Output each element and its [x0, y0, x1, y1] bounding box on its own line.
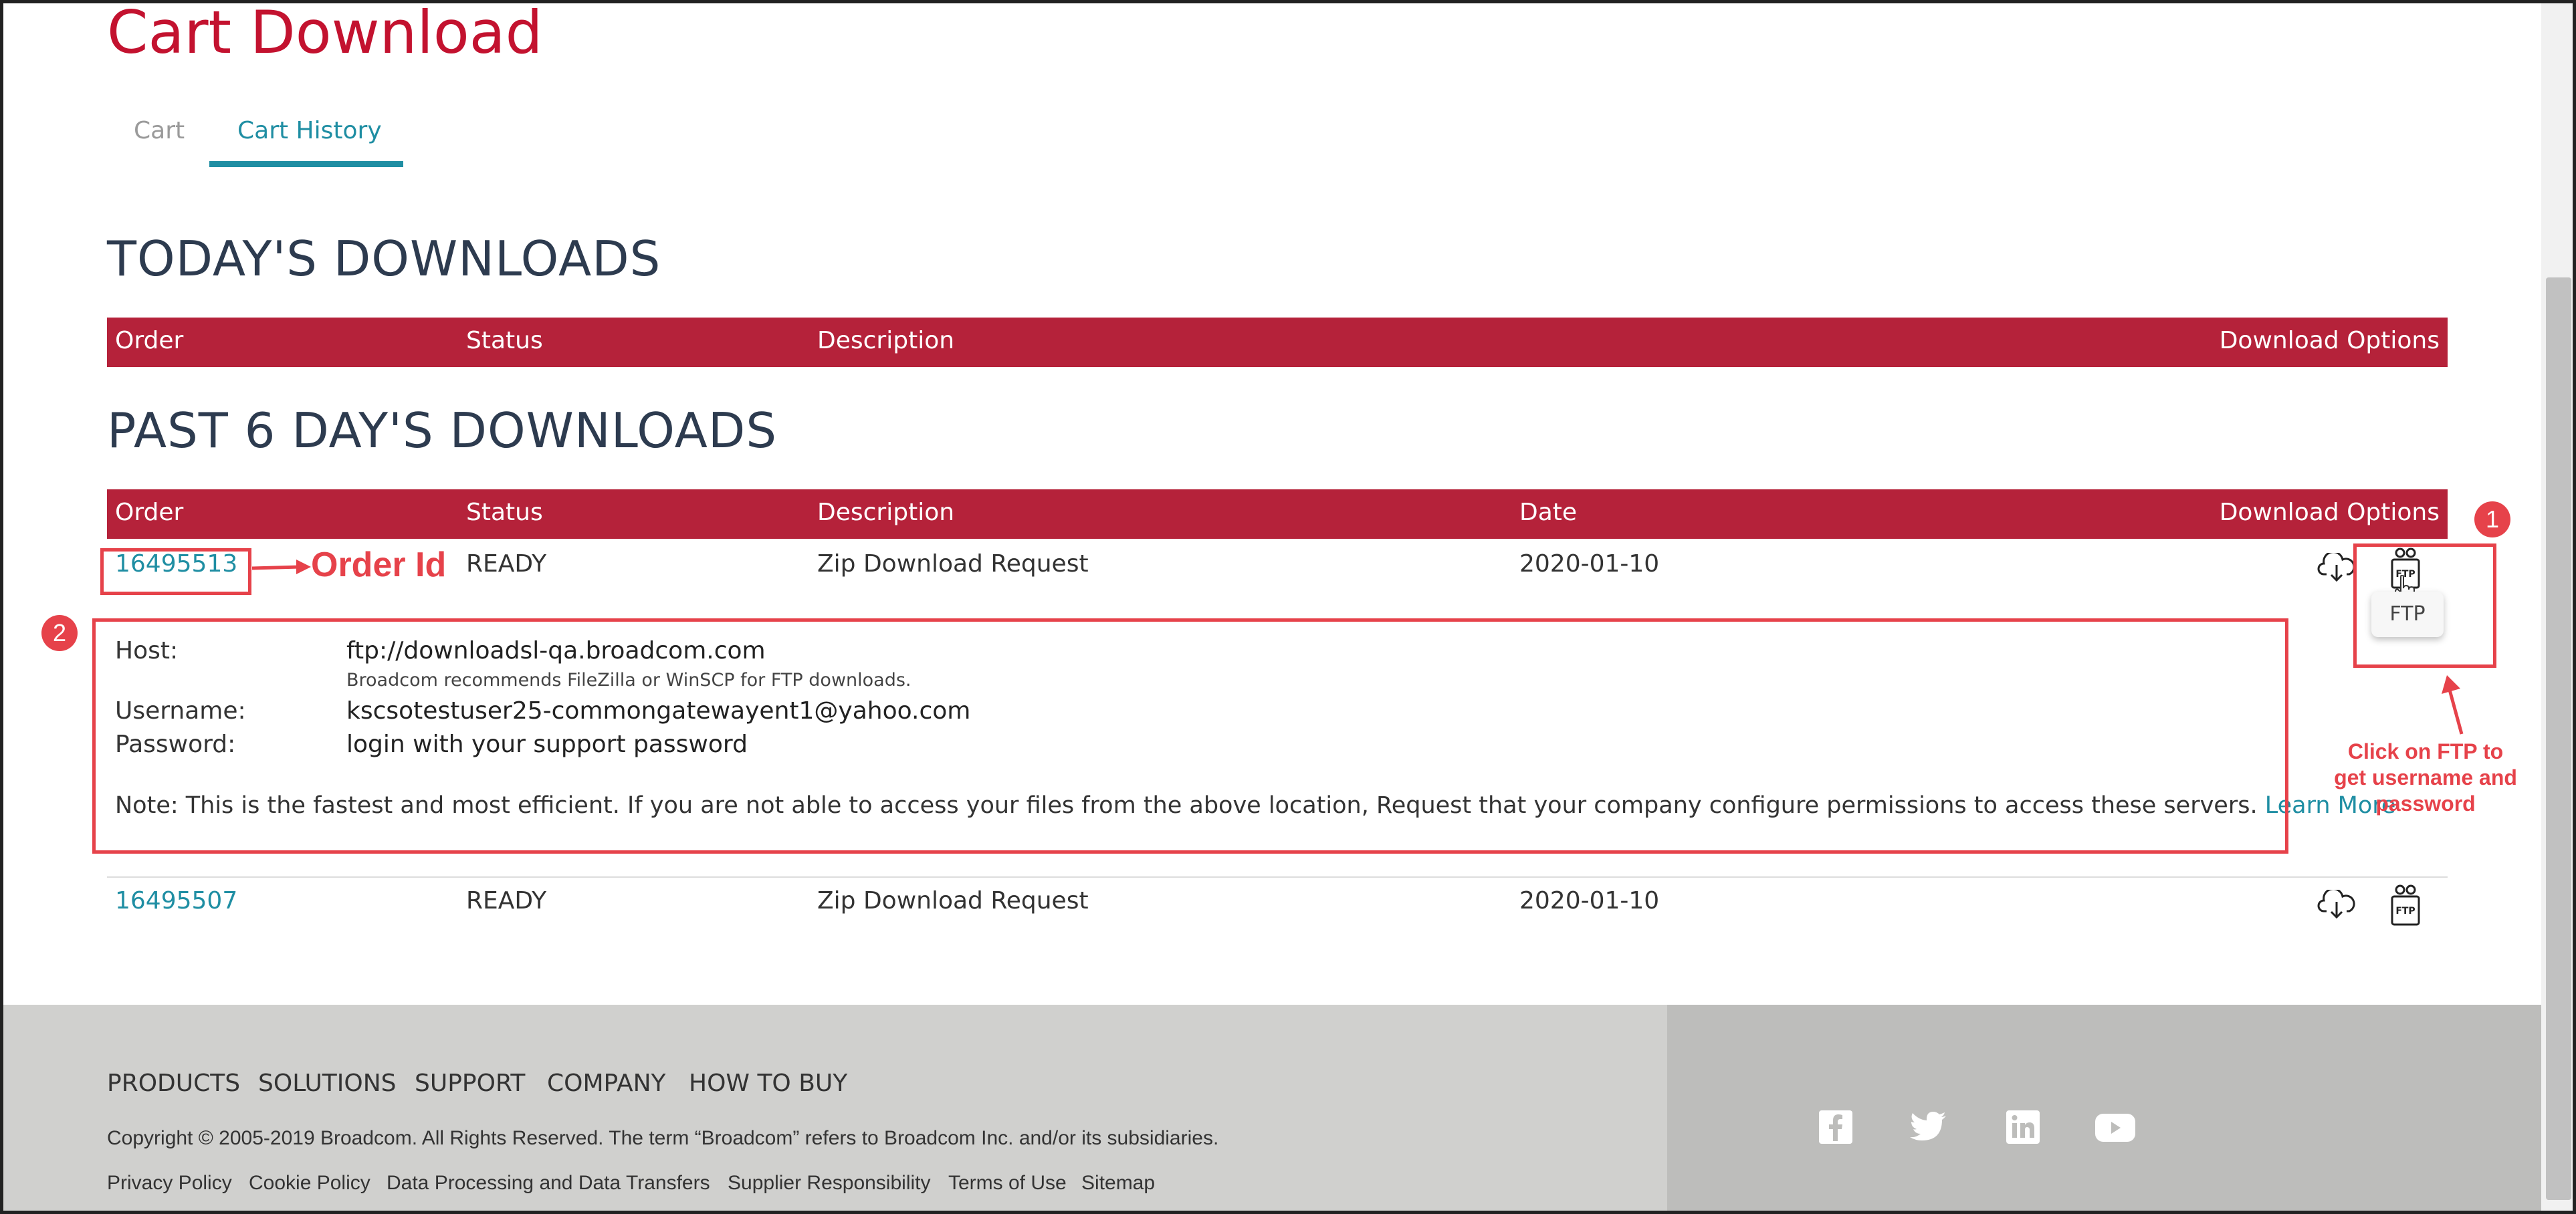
description-cell: Zip Download Request	[817, 887, 1089, 915]
footer-link-sitemap[interactable]: Sitemap	[1081, 1172, 1155, 1195]
footer-link-terms-of-use[interactable]: Terms of Use	[948, 1172, 1067, 1195]
active-tab-indicator	[209, 161, 403, 167]
ftp-hint-line: Click on FTP to	[2347, 739, 2504, 763]
youtube-icon[interactable]	[2095, 1114, 2135, 1142]
footer-nav-products[interactable]: PRODUCTS	[107, 1070, 240, 1097]
tab-cart[interactable]: Cart	[134, 117, 185, 144]
row-divider	[107, 876, 2448, 878]
footer-nav-how-to-buy[interactable]: HOW TO BUY	[689, 1070, 847, 1097]
date-cell: 2020-01-10	[1519, 550, 1660, 578]
order-id-annotation: Order Id	[311, 545, 447, 584]
footer-link-supplier-responsibility[interactable]: Supplier Responsibility	[728, 1172, 931, 1195]
ftp-hint-arrow	[2442, 675, 2464, 735]
footer-nav-solutions[interactable]: SOLUTIONS	[258, 1070, 397, 1097]
footer-link-privacy-policy[interactable]: Privacy Policy	[107, 1172, 232, 1195]
column-header-order: Order	[115, 499, 184, 526]
footer-nav-support[interactable]: SUPPORT	[415, 1070, 525, 1097]
column-header-description: Description	[817, 499, 955, 526]
linkedin-icon[interactable]	[2006, 1110, 2040, 1144]
footer-social-area	[1667, 1005, 2541, 1211]
ftp-icon-label: FTP	[2395, 906, 2415, 917]
scrollbar-thumb[interactable]	[2546, 277, 2571, 1200]
twitter-icon[interactable]	[1910, 1112, 1947, 1142]
footer-nav-company[interactable]: COMPANY	[547, 1070, 666, 1097]
ftp-hint-line: get username and	[2334, 765, 2517, 790]
cloud-download-icon[interactable]	[2317, 553, 2356, 582]
ftp-hint-annotation: Click on FTP to get username and passwor…	[2319, 739, 2533, 817]
order-id-highlight-box	[100, 548, 251, 595]
footer-copyright: Copyright © 2005-2019 Broadcom. All Righ…	[107, 1127, 1219, 1149]
ftp-details-highlight-box	[92, 618, 2288, 854]
column-header-status: Status	[466, 499, 543, 526]
annotation-badge-2: 2	[41, 615, 78, 651]
description-cell: Zip Download Request	[817, 550, 1089, 578]
todays-downloads-table-header: Order Status Description Download Option…	[107, 318, 2448, 367]
page-title: Cart Download	[107, 0, 543, 67]
status-cell: READY	[466, 550, 547, 578]
annotation-badge-1: 1	[2474, 501, 2510, 537]
footer-link-data-processing[interactable]: Data Processing and Data Transfers	[387, 1172, 710, 1195]
order-id-arrow	[252, 560, 311, 574]
column-header-download-options: Download Options	[2219, 499, 2440, 526]
browser-viewport: Cart Download Cart Cart History TODAY'S …	[0, 0, 2576, 1214]
date-cell: 2020-01-10	[1519, 887, 1660, 915]
order-link[interactable]: 16495507	[115, 887, 237, 915]
status-cell: READY	[466, 887, 547, 915]
column-header-status: Status	[466, 327, 543, 354]
past-downloads-heading: PAST 6 DAY'S DOWNLOADS	[107, 402, 778, 459]
ftp-icon[interactable]: FTP	[2388, 883, 2423, 929]
column-header-date: Date	[1519, 499, 1578, 526]
ftp-highlight-box	[2353, 543, 2496, 668]
footer-link-cookie-policy[interactable]: Cookie Policy	[249, 1172, 370, 1195]
cloud-download-icon[interactable]	[2317, 890, 2356, 919]
todays-downloads-heading: TODAY'S DOWNLOADS	[107, 231, 661, 287]
ftp-hint-line: password	[2375, 792, 2476, 816]
column-header-download-options: Download Options	[2219, 327, 2440, 354]
column-header-order: Order	[115, 327, 184, 354]
column-header-description: Description	[817, 327, 955, 354]
past-downloads-table-header: Order Status Description Date Download O…	[107, 489, 2448, 539]
facebook-icon[interactable]	[1819, 1110, 1852, 1144]
tab-cart-history[interactable]: Cart History	[237, 117, 382, 144]
